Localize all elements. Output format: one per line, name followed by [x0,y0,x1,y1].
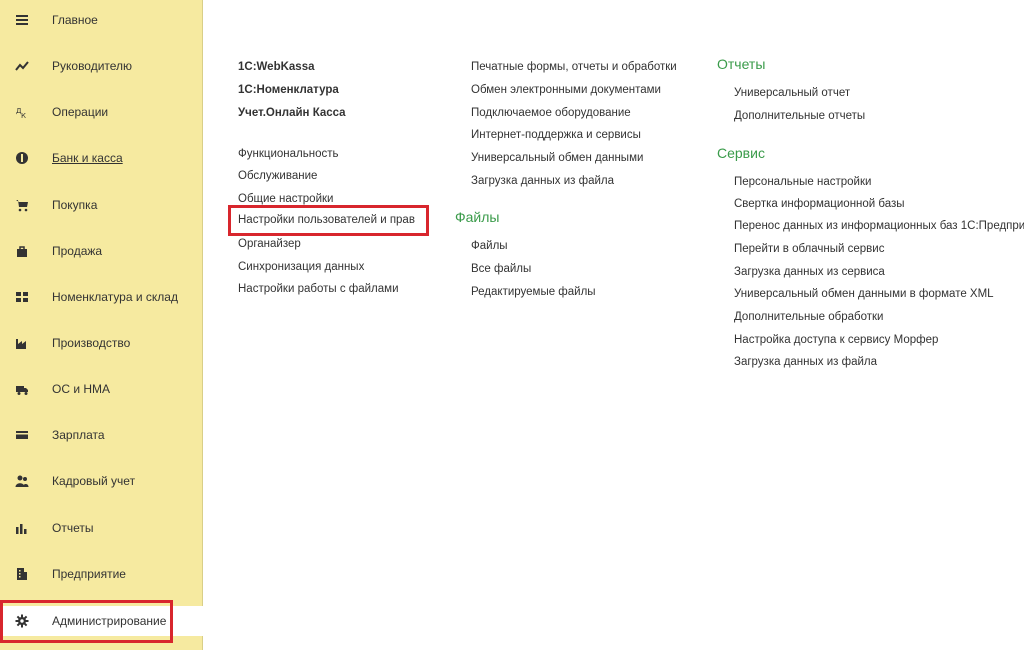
link-data-transfer[interactable]: Перенос данных из информационных баз 1С:… [734,220,1024,232]
sidebar-item-sales[interactable]: Продажа [0,236,203,266]
sidebar-item-label: Операции [52,105,109,119]
link-additional-reports[interactable]: Дополнительные отчеты [734,110,865,122]
link-print-forms[interactable]: Печатные формы, отчеты и обработки [471,61,677,73]
sidebar-item-bank[interactable]: Банк и касса [0,143,203,173]
sidebar-item-purchase[interactable]: Покупка [0,190,203,220]
link-personal-settings[interactable]: Персональные настройки [734,176,871,188]
sidebar-item-label: Предприятие [52,567,126,581]
svg-text:К: К [21,112,26,119]
sidebar-item-assets[interactable]: ОС и НМА [0,374,203,404]
bank-icon [15,151,29,165]
section-heading-reports: Отчеты [717,56,766,72]
sidebar-item-nomenclature[interactable]: Номенклатура и склад [0,282,203,312]
link-data-sync[interactable]: Синхронизация данных [238,261,364,273]
link-functionality[interactable]: Функциональность [238,148,339,160]
building-icon [15,567,29,581]
link-file-import-2[interactable]: Загрузка данных из файла [734,356,877,368]
link-cloud-service[interactable]: Перейти в облачный сервис [734,243,884,255]
sidebar-item-reports[interactable]: Отчеты [0,513,203,543]
sidebar-item-label: Номенклатура и склад [52,290,178,304]
link-edoc-exchange[interactable]: Обмен электронными документами [471,84,661,96]
link-nomenclature[interactable]: 1С:Номенклатура [238,84,339,96]
cart-icon [15,198,29,212]
trend-icon [15,59,29,73]
link-universal-report[interactable]: Универсальный отчет [734,87,850,99]
link-file-settings[interactable]: Настройки работы с файлами [238,283,399,295]
link-additional-processing[interactable]: Дополнительные обработки [734,311,883,323]
link-editable-files[interactable]: Редактируемые файлы [471,286,596,298]
sidebar-item-label: Зарплата [52,428,105,442]
sidebar-item-label: Производство [52,336,131,350]
link-equipment[interactable]: Подключаемое оборудование [471,107,631,119]
link-online-kassa[interactable]: Учет.Онлайн Касса [238,107,346,119]
sidebar-item-main[interactable]: Главное [0,5,203,35]
link-morpher-access[interactable]: Настройка доступа к сервису Морфер [734,334,938,346]
link-all-files[interactable]: Все файлы [471,263,531,275]
sidebar-item-hr[interactable]: Кадровый учет [0,466,203,496]
sidebar-item-label: Банк и касса [52,151,123,165]
link-universal-exchange[interactable]: Универсальный обмен данными [471,152,643,164]
link-general-settings[interactable]: Общие настройки [238,193,333,205]
section-heading-files: Файлы [455,209,500,225]
link-maintenance[interactable]: Обслуживание [238,170,317,182]
people-icon [15,474,29,488]
sidebar-item-label: ОС и НМА [52,382,111,396]
link-user-rights-settings[interactable]: Настройки пользователей и прав [238,214,415,226]
sidebar-item-label: Продажа [52,244,103,258]
sidebar-item-administration[interactable]: Администрирование [0,600,204,643]
app-window: Главное Руководителю ДК Операции Банк и … [0,0,1024,650]
chart-icon [15,521,29,535]
sidebar-item-label: Кадровый учет [52,474,136,488]
sidebar-item-enterprise[interactable]: Предприятие [0,559,203,589]
sidebar-item-operations[interactable]: ДК Операции [0,97,203,127]
warehouse-icon [15,290,29,304]
factory-icon [15,336,29,350]
bag-icon [15,244,29,258]
sidebar-item-label: Главное [52,13,98,27]
link-collapse-db[interactable]: Свертка информационной базы [734,198,905,210]
link-files[interactable]: Файлы [471,240,508,252]
sidebar-item-label: Администрирование [52,614,167,628]
sidebar-item-label: Руководителю [52,59,133,73]
section-heading-service: Сервис [717,145,765,161]
link-organizer[interactable]: Органайзер [238,238,301,250]
link-xml-exchange[interactable]: Универсальный обмен данными в формате XM… [734,288,994,300]
sidebar-item-label: Отчеты [52,521,94,535]
menu-icon [15,13,29,27]
link-service-import[interactable]: Загрузка данных из сервиса [734,266,885,278]
truck-icon [15,382,29,396]
operations-icon: ДК [15,105,29,119]
link-file-import[interactable]: Загрузка данных из файла [471,175,614,187]
link-webkassa[interactable]: 1С:WebKassa [238,61,315,73]
link-internet-support[interactable]: Интернет-поддержка и сервисы [471,129,641,141]
sidebar-item-manager[interactable]: Руководителю [0,51,203,81]
sidebar-item-production[interactable]: Производство [0,328,203,358]
salary-icon [15,428,29,442]
sidebar: Главное Руководителю ДК Операции Банк и … [0,0,204,650]
sidebar-item-label: Покупка [52,198,98,212]
gear-icon [15,614,29,628]
sidebar-item-salary[interactable]: Зарплата [0,420,203,450]
